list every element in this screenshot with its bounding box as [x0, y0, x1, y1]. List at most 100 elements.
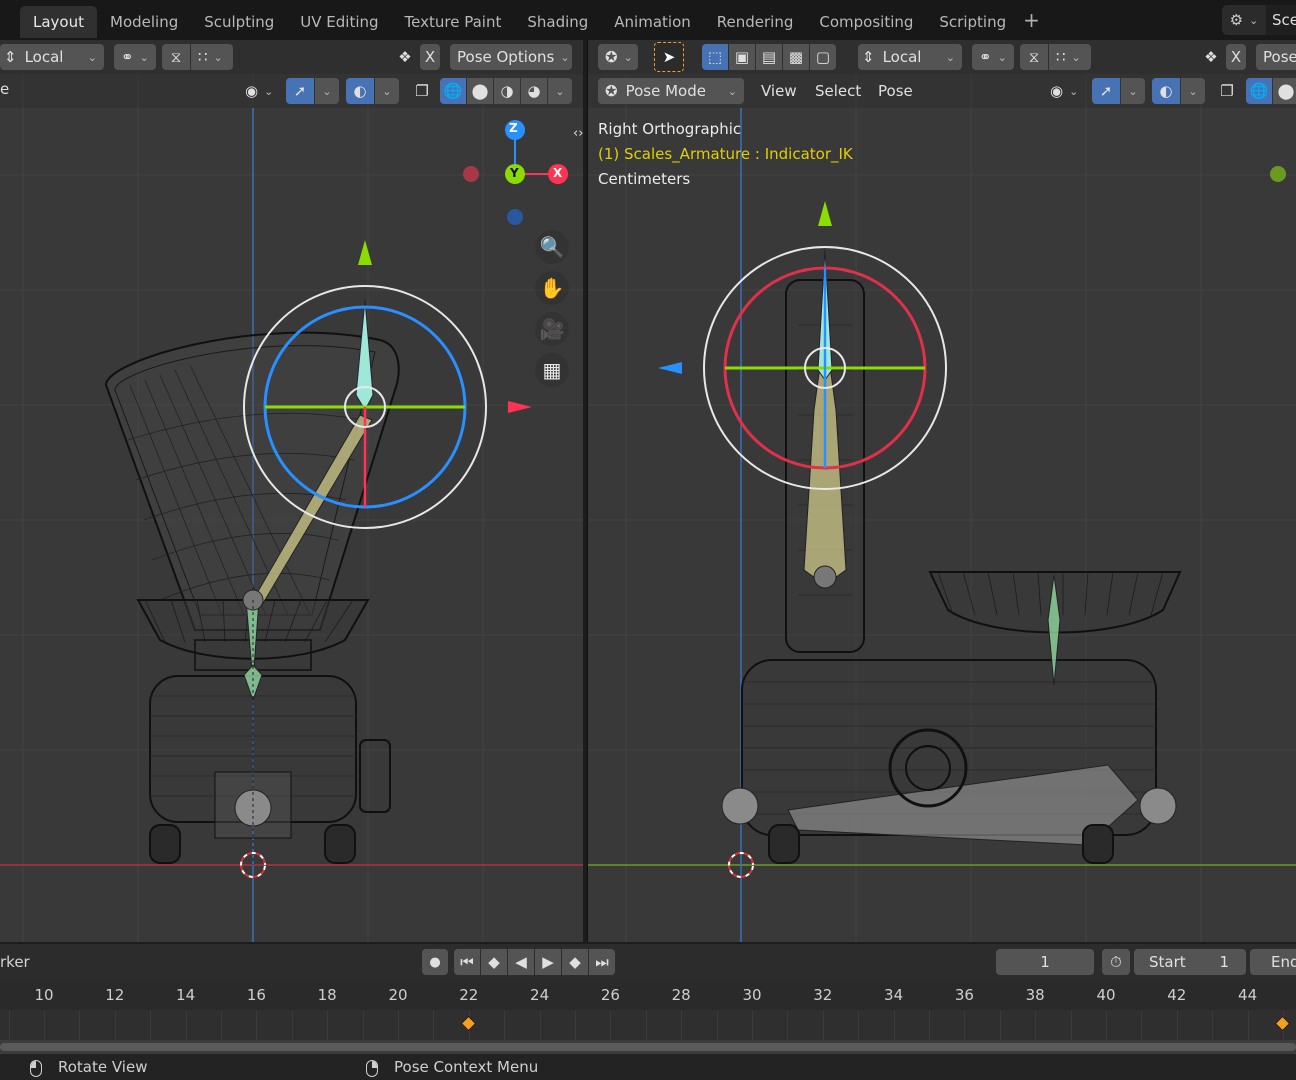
workspace-tab-sculpting[interactable]: Sculpting [191, 6, 287, 38]
pose-options-dropdown[interactable]: Pose [1256, 44, 1296, 70]
timeline-scrollbar-thumb[interactable] [0, 1043, 1296, 1051]
overlays-dropdown[interactable]: ⌄ [375, 78, 399, 104]
transform-orientation-dropdown[interactable]: ⇕ Local ⌄ [0, 44, 104, 70]
perspective-toggle-button[interactable]: ▦ [535, 353, 569, 387]
mirror-x-button[interactable]: X [420, 44, 440, 70]
mirror-x-label: X [424, 48, 436, 66]
material-shading-button[interactable]: ◑ [494, 78, 520, 104]
shading-dropdown[interactable]: ⌄ [548, 78, 572, 104]
pose-options-dropdown[interactable]: Pose Options ⌄ [450, 44, 572, 70]
gizmo-dropdown[interactable]: ⌄ [1121, 78, 1145, 104]
chevron-down-icon: ⌄ [139, 50, 149, 64]
record-button[interactable]: ● [422, 949, 448, 975]
orientation-icon: ⇕ [862, 48, 875, 66]
workspace-tab-compositing[interactable]: Compositing [806, 6, 926, 38]
snap-target-dropdown[interactable]: ∷ ⌄ [191, 44, 233, 70]
gizmo-toggle-button[interactable]: ➚ [1092, 78, 1120, 104]
jump-end-button[interactable]: ⏭ [589, 949, 615, 975]
wireframe-shading-button[interactable]: 🌐 [440, 78, 466, 104]
camera-view-button[interactable]: 🎥 [535, 312, 569, 346]
add-workspace-button[interactable]: + [1023, 8, 1040, 32]
view-menu[interactable]: View [754, 78, 804, 104]
select-menu-label: Select [815, 82, 862, 100]
keyframe-diamond[interactable] [1274, 1015, 1291, 1032]
pivot-point-dropdown[interactable]: ⚭ ⌄ [114, 44, 156, 70]
right-viewport-toolbar: ✪ Pose Mode ⌄ View Select Pose ◉ ⌄ ➚ ⌄ ◐ ⌄ … [588, 74, 1296, 108]
overlays-toggle-button[interactable]: ◐ [1152, 78, 1180, 104]
workspace-tab-texture-paint[interactable]: Texture Paint [392, 6, 515, 38]
interaction-mode-dropdown[interactable]: ✪ Pose Mode ⌄ [598, 78, 744, 104]
select-extend-button[interactable]: ▣ [729, 44, 755, 70]
play-button[interactable]: ▶ [535, 949, 561, 975]
workspace-tab-scripting[interactable]: Scripting [926, 6, 1019, 38]
collapse-arrows-icon[interactable]: ‹› [573, 126, 583, 141]
right-3d-viewport[interactable]: ✪ ⌄ ➤ ⬚ ▣ ▤ ▩ ▢ ⇕ Local ⌄ ⚭ ⌄ ⧖ ∷ ⌄ ❖ X Pose … [587, 40, 1296, 942]
jump-start-button[interactable]: ⏮ [454, 949, 480, 975]
select-menu[interactable]: Select [808, 78, 868, 104]
play-reverse-button[interactable]: ◀ [508, 949, 534, 975]
mirror-icon-button[interactable]: ❖ [1198, 44, 1224, 70]
wireframe-shading-button[interactable]: 🌐 [1246, 78, 1272, 104]
timeline-frame-line [858, 1010, 860, 1040]
overlays-dropdown[interactable]: ⌄ [1181, 78, 1205, 104]
xray-toggle-button[interactable]: ❐ [408, 78, 436, 104]
play-reverse-icon: ◀ [515, 953, 527, 971]
snap-toggle-button[interactable]: ⧖ [1020, 44, 1048, 70]
select-tool-button[interactable]: ➤ [654, 42, 684, 72]
solid-shading-button[interactable]: ⬤ [1273, 78, 1296, 104]
right-viewport-canvas[interactable] [588, 40, 1296, 942]
next-keyframe-button[interactable]: ◆ [562, 949, 588, 975]
chevron-down-icon: ⌄ [1249, 13, 1259, 27]
mirror-x-button[interactable]: X [1226, 44, 1246, 70]
pose-menu[interactable]: Pose [871, 78, 920, 104]
current-frame-value: 1 [1040, 953, 1050, 971]
timeline-scrollbar[interactable] [0, 1040, 1296, 1054]
visibility-dropdown[interactable]: ◉ ⌄ [238, 78, 280, 104]
select-new-button[interactable]: ⬚ [702, 44, 728, 70]
snap-target-dropdown[interactable]: ∷ ⌄ [1049, 44, 1091, 70]
scene-name: Scene [1272, 11, 1296, 29]
prev-keyframe-button[interactable]: ◆ [481, 949, 507, 975]
workspace-tab-shading[interactable]: Shading [514, 6, 601, 38]
keyframe-diamond[interactable] [460, 1015, 477, 1032]
left-3d-viewport[interactable]: ⇕ Local ⌄ ⚭ ⌄ ⧖ ∷ ⌄ ❖ X Pose Options ⌄ e ◉ ⌄ ➚… [0, 40, 583, 942]
overlays-toggle-button[interactable]: ◐ [346, 78, 374, 104]
timeline-frame-line [1212, 1010, 1214, 1040]
snap-toggle-button[interactable]: ⧖ [162, 44, 190, 70]
preview-range-button[interactable]: ⏱ [1102, 949, 1130, 975]
pan-view-button[interactable]: ✋ [535, 271, 569, 305]
start-frame-field[interactable]: Start 1 [1134, 949, 1246, 975]
marker-menu[interactable]: rker [0, 953, 30, 971]
rendered-shading-button[interactable]: ◕ [521, 78, 547, 104]
scene-name-field[interactable]: Scene [1266, 5, 1296, 35]
timeline-ruler[interactable]: 10 12 14 16 18 20 22 24 26 28 30 32 34 36 38 40 42 44 [0, 980, 1296, 1010]
editor-type-dropdown[interactable]: ✪ ⌄ [598, 44, 638, 70]
timeline-frame-line [362, 1010, 364, 1040]
current-frame-field[interactable]: 1 [996, 949, 1094, 975]
workspace-tab-layout[interactable]: Layout [20, 6, 97, 38]
gizmo-arrow-y [358, 240, 372, 265]
left-viewport-canvas[interactable] [0, 40, 583, 942]
select-invert-button[interactable]: ▩ [783, 44, 809, 70]
workspace-tab-uv-editing[interactable]: UV Editing [287, 6, 391, 38]
transform-orientation-dropdown[interactable]: ⇕ Local ⌄ [858, 44, 962, 70]
gizmo-toggle-button[interactable]: ➚ [286, 78, 314, 104]
end-frame-field[interactable]: End [1250, 949, 1296, 975]
visibility-dropdown[interactable]: ◉ ⌄ [1043, 78, 1085, 104]
solid-shading-button[interactable]: ⬤ [467, 78, 493, 104]
workspace-tab-animation[interactable]: Animation [601, 6, 703, 38]
gizmo-dropdown[interactable]: ⌄ [315, 78, 339, 104]
zoom-view-button[interactable]: 🔍 [535, 230, 569, 264]
mirror-icon-button[interactable]: ❖ [392, 44, 418, 70]
pivot-point-dropdown[interactable]: ⚭ ⌄ [972, 44, 1014, 70]
xray-toggle-button[interactable]: ❐ [1213, 78, 1241, 104]
timeline-tick-label: 40 [1096, 986, 1116, 1004]
workspace-tab-rendering[interactable]: Rendering [704, 6, 807, 38]
solid-sphere-icon: ⬤ [1277, 82, 1295, 100]
select-subtract-button[interactable]: ▤ [756, 44, 782, 70]
scene-browse-button[interactable]: ⚙ ⌄ [1222, 5, 1266, 35]
timeline-track[interactable] [0, 1010, 1296, 1040]
select-intersect-button[interactable]: ▢ [810, 44, 836, 70]
workspace-tab-modeling[interactable]: Modeling [97, 6, 191, 38]
select-extend-icon: ▣ [734, 48, 750, 66]
